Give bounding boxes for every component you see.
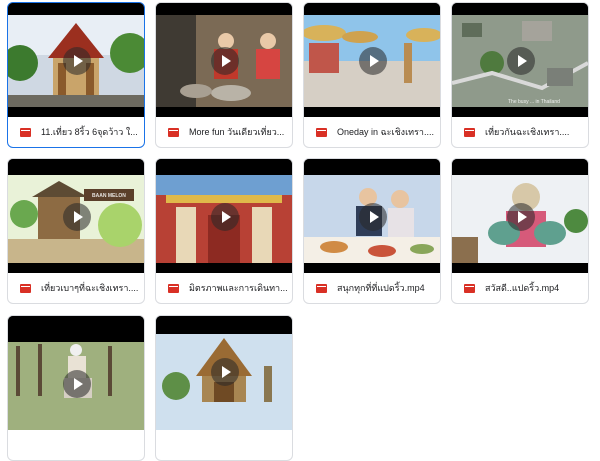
video-thumbnail[interactable]	[8, 316, 144, 430]
video-thumbnail[interactable]	[8, 3, 144, 117]
file-footer: สวัสดี..แปดริ้ว.mp4	[452, 273, 588, 303]
sign-text: BAAN MELON	[92, 193, 126, 199]
video-thumbnail[interactable]: The busy ... in Thailand	[452, 3, 588, 117]
file-name: 11.เที่ยว 8ริ้ว 6จุดว้าว ใ...	[41, 127, 138, 137]
video-file-icon	[464, 283, 475, 293]
video-file-icon	[168, 283, 179, 293]
file-grid: 11.เที่ยว 8ริ้ว 6จุดว้าว ใ... More fun ว…	[0, 0, 600, 461]
file-footer: 11.เที่ยว 8ริ้ว 6จุดว้าว ใ...	[8, 117, 144, 147]
play-icon[interactable]	[507, 47, 535, 75]
file-name: สวัสดี..แปดริ้ว.mp4	[485, 283, 560, 293]
play-icon[interactable]	[211, 358, 239, 386]
video-file-icon	[316, 127, 327, 137]
play-icon[interactable]	[211, 203, 239, 231]
play-icon[interactable]	[359, 47, 387, 75]
file-footer: มิตรภาพและการเดินทา...	[156, 273, 292, 303]
file-card-5[interactable]: BAAN MELON เที่ยวเบาๆที่ฉะเชิงเทรา....	[7, 158, 145, 304]
video-thumbnail[interactable]	[304, 159, 440, 273]
file-card-3[interactable]: Oneday in ฉะเชิงเทรา....	[303, 2, 441, 148]
video-file-icon	[464, 127, 475, 137]
video-thumbnail[interactable]: BAAN MELON	[8, 159, 144, 273]
file-footer: เที่ยวกันฉะเชิงเทรา....	[452, 117, 588, 147]
file-footer: Oneday in ฉะเชิงเทรา....	[304, 117, 440, 147]
file-name: เที่ยวเบาๆที่ฉะเชิงเทรา....	[41, 283, 139, 293]
thumbnail-caption: The busy ... in Thailand	[508, 99, 560, 105]
video-thumbnail[interactable]	[304, 3, 440, 117]
play-icon[interactable]	[63, 47, 91, 75]
video-file-icon	[20, 127, 31, 137]
file-card-7[interactable]: สนุกทุกที่ที่แปดริ้ว.mp4	[303, 158, 441, 304]
file-card-10[interactable]	[155, 315, 293, 461]
file-name: Oneday in ฉะเชิงเทรา....	[337, 127, 434, 137]
play-icon[interactable]	[63, 370, 91, 398]
file-card-1[interactable]: 11.เที่ยว 8ริ้ว 6จุดว้าว ใ...	[7, 2, 145, 148]
video-thumbnail[interactable]	[452, 159, 588, 273]
file-card-9[interactable]	[7, 315, 145, 461]
file-footer	[156, 430, 292, 460]
video-thumbnail[interactable]	[156, 159, 292, 273]
file-card-4[interactable]: The busy ... in Thailand เที่ยวกันฉะเชิง…	[451, 2, 589, 148]
file-card-8[interactable]: สวัสดี..แปดริ้ว.mp4	[451, 158, 589, 304]
file-footer	[8, 430, 144, 460]
video-thumbnail[interactable]	[156, 3, 292, 117]
file-name: มิตรภาพและการเดินทา...	[189, 283, 288, 293]
file-name: สนุกทุกที่ที่แปดริ้ว.mp4	[337, 283, 425, 293]
play-icon[interactable]	[63, 203, 91, 231]
video-file-icon	[316, 283, 327, 293]
play-icon[interactable]	[211, 47, 239, 75]
file-name: เที่ยวกันฉะเชิงเทรา....	[485, 127, 570, 137]
video-file-icon	[168, 127, 179, 137]
file-footer: สนุกทุกที่ที่แปดริ้ว.mp4	[304, 273, 440, 303]
file-card-6[interactable]: มิตรภาพและการเดินทา...	[155, 158, 293, 304]
file-footer: More fun วันเดียวเที่ยว...	[156, 117, 292, 147]
video-thumbnail[interactable]	[156, 316, 292, 430]
video-file-icon	[20, 283, 31, 293]
file-card-2[interactable]: More fun วันเดียวเที่ยว...	[155, 2, 293, 148]
file-name: More fun วันเดียวเที่ยว...	[189, 127, 285, 137]
file-footer: เที่ยวเบาๆที่ฉะเชิงเทรา....	[8, 273, 144, 303]
play-icon[interactable]	[359, 203, 387, 231]
play-icon[interactable]	[507, 203, 535, 231]
